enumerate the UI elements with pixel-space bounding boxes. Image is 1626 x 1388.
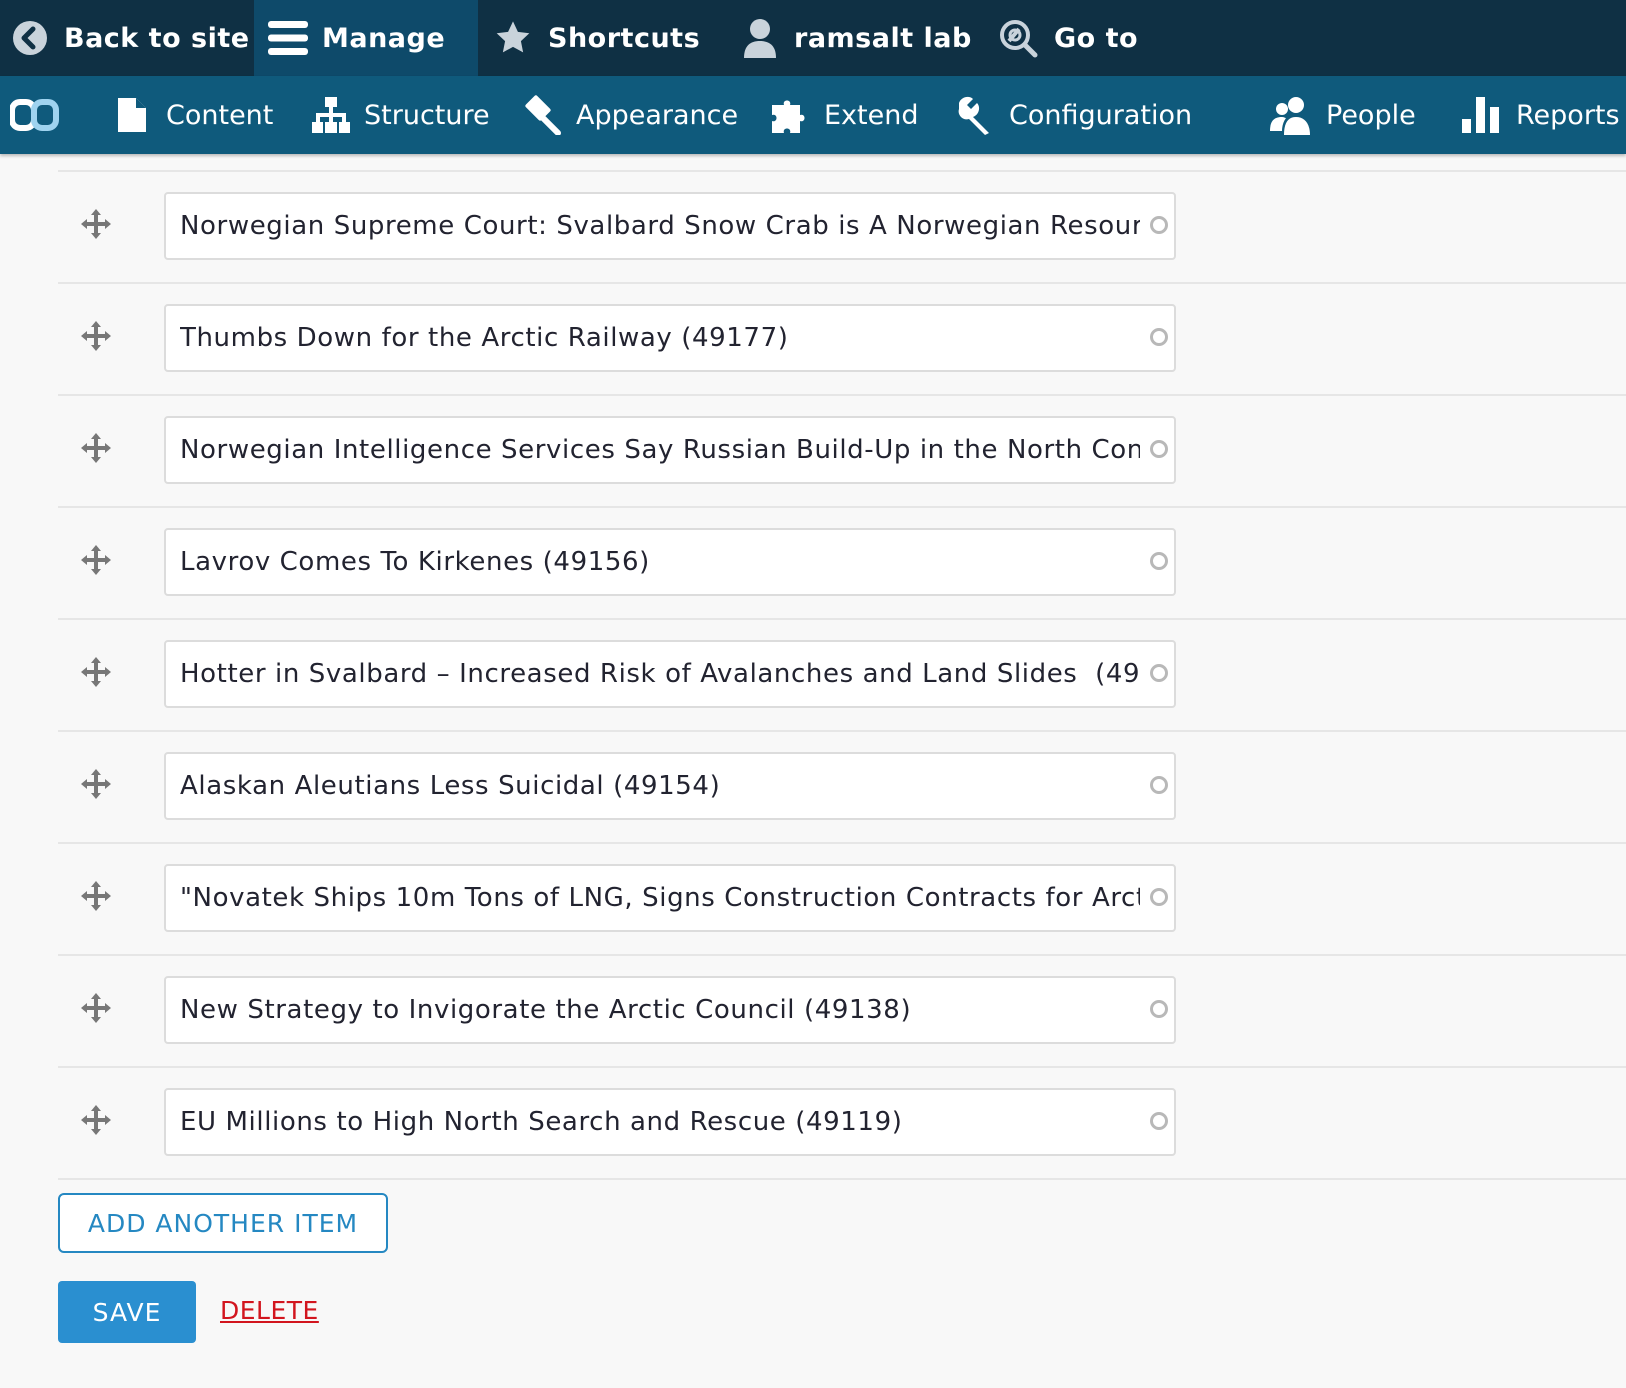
drag-handle-icon[interactable] bbox=[80, 768, 112, 800]
table-row bbox=[58, 1066, 1626, 1176]
entity-reference-input[interactable] bbox=[166, 978, 1140, 1042]
entity-reference-input[interactable] bbox=[166, 1090, 1140, 1154]
entity-reference-input[interactable] bbox=[166, 642, 1140, 706]
table-row bbox=[58, 842, 1626, 952]
user-tab[interactable]: ramsalt lab bbox=[716, 0, 988, 76]
tray-appearance[interactable]: Appearance bbox=[522, 76, 738, 154]
tray-extend[interactable]: Extend bbox=[770, 76, 919, 154]
drag-handle-icon[interactable] bbox=[80, 544, 112, 576]
tray-structure[interactable]: Structure bbox=[312, 76, 490, 154]
table-row bbox=[58, 954, 1626, 1064]
document-icon bbox=[118, 98, 146, 132]
drag-handle-icon[interactable] bbox=[80, 880, 112, 912]
autocomplete-throbber-icon bbox=[1150, 328, 1168, 346]
table-row bbox=[58, 618, 1626, 728]
entity-reference-input[interactable] bbox=[166, 866, 1140, 930]
goto-label: Go to bbox=[1054, 22, 1139, 54]
tray-reports[interactable]: Reports bbox=[1462, 76, 1620, 154]
autocomplete-field bbox=[164, 752, 1176, 820]
entity-reference-input[interactable] bbox=[166, 418, 1140, 482]
autocomplete-throbber-icon bbox=[1150, 440, 1168, 458]
delete-link[interactable]: DELETE bbox=[220, 1296, 319, 1325]
save-button[interactable]: SAVE bbox=[58, 1281, 196, 1343]
star-icon bbox=[494, 19, 532, 57]
list-end-divider bbox=[58, 1178, 1626, 1180]
table-row bbox=[58, 394, 1626, 504]
autocomplete-field bbox=[164, 640, 1176, 708]
wrench-icon bbox=[955, 95, 995, 135]
drag-handle-icon[interactable] bbox=[80, 432, 112, 464]
back-to-site-label: Back to site bbox=[64, 22, 250, 54]
drag-handle-icon[interactable] bbox=[80, 320, 112, 352]
tray-configuration[interactable]: Configuration bbox=[955, 76, 1192, 154]
tray-appearance-label: Appearance bbox=[576, 99, 739, 131]
autocomplete-field bbox=[164, 976, 1176, 1044]
tray-content-label: Content bbox=[166, 99, 274, 131]
entity-reference-input[interactable] bbox=[166, 194, 1140, 258]
shortcuts-tab[interactable]: Shortcuts bbox=[478, 0, 716, 76]
structure-icon bbox=[312, 97, 350, 133]
people-icon bbox=[1270, 95, 1312, 135]
back-to-site-link[interactable]: Back to site bbox=[0, 0, 254, 76]
user-icon bbox=[742, 18, 778, 58]
autocomplete-field bbox=[164, 192, 1176, 260]
site-logo-icon bbox=[10, 98, 60, 132]
tray-structure-label: Structure bbox=[364, 99, 490, 131]
autocomplete-field bbox=[164, 1088, 1176, 1156]
autocomplete-throbber-icon bbox=[1150, 216, 1168, 234]
manage-label: Manage bbox=[322, 22, 446, 54]
chevron-left-circle-icon bbox=[12, 20, 48, 56]
table-row bbox=[58, 506, 1626, 616]
bar-chart-icon bbox=[1462, 97, 1502, 133]
entity-reference-input[interactable] bbox=[166, 306, 1140, 370]
entity-reference-input[interactable] bbox=[166, 754, 1140, 818]
autocomplete-field bbox=[164, 416, 1176, 484]
autocomplete-throbber-icon bbox=[1150, 888, 1168, 906]
drag-handle-icon[interactable] bbox=[80, 208, 112, 240]
tray-extend-label: Extend bbox=[824, 99, 919, 131]
autocomplete-throbber-icon bbox=[1150, 664, 1168, 682]
drag-handle-icon[interactable] bbox=[80, 992, 112, 1024]
tray-reports-label: Reports bbox=[1516, 99, 1620, 131]
autocomplete-throbber-icon bbox=[1150, 1112, 1168, 1130]
table-row bbox=[58, 170, 1626, 280]
tray-configuration-label: Configuration bbox=[1009, 99, 1193, 131]
admin-tray: Content Structure Appearance Extend Conf… bbox=[0, 76, 1626, 154]
autocomplete-throbber-icon bbox=[1150, 1000, 1168, 1018]
goto-tab[interactable]: Go to bbox=[988, 0, 1158, 76]
tray-people[interactable]: People bbox=[1270, 76, 1416, 154]
drag-handle-icon[interactable] bbox=[80, 656, 112, 688]
admin-toolbar: Back to site Manage Shortcuts ramsalt la… bbox=[0, 0, 1626, 76]
puzzle-icon bbox=[770, 95, 810, 135]
entity-reference-input[interactable] bbox=[166, 530, 1140, 594]
hamburger-icon bbox=[268, 19, 308, 57]
goto-search-icon bbox=[998, 18, 1038, 58]
autocomplete-throbber-icon bbox=[1150, 552, 1168, 570]
autocomplete-field bbox=[164, 304, 1176, 372]
tray-content[interactable]: Content bbox=[118, 76, 273, 154]
tray-people-label: People bbox=[1326, 99, 1416, 131]
home-logo[interactable] bbox=[10, 76, 60, 154]
shortcuts-label: Shortcuts bbox=[548, 22, 701, 54]
table-row bbox=[58, 730, 1626, 840]
table-row bbox=[58, 282, 1626, 392]
autocomplete-throbber-icon bbox=[1150, 776, 1168, 794]
user-label: ramsalt lab bbox=[794, 22, 972, 54]
drag-handle-icon[interactable] bbox=[80, 1104, 112, 1136]
autocomplete-field bbox=[164, 864, 1176, 932]
manage-tab[interactable]: Manage bbox=[254, 0, 478, 76]
gavel-icon bbox=[522, 95, 562, 135]
add-another-item-button[interactable]: ADD ANOTHER ITEM bbox=[58, 1193, 388, 1253]
autocomplete-field bbox=[164, 528, 1176, 596]
